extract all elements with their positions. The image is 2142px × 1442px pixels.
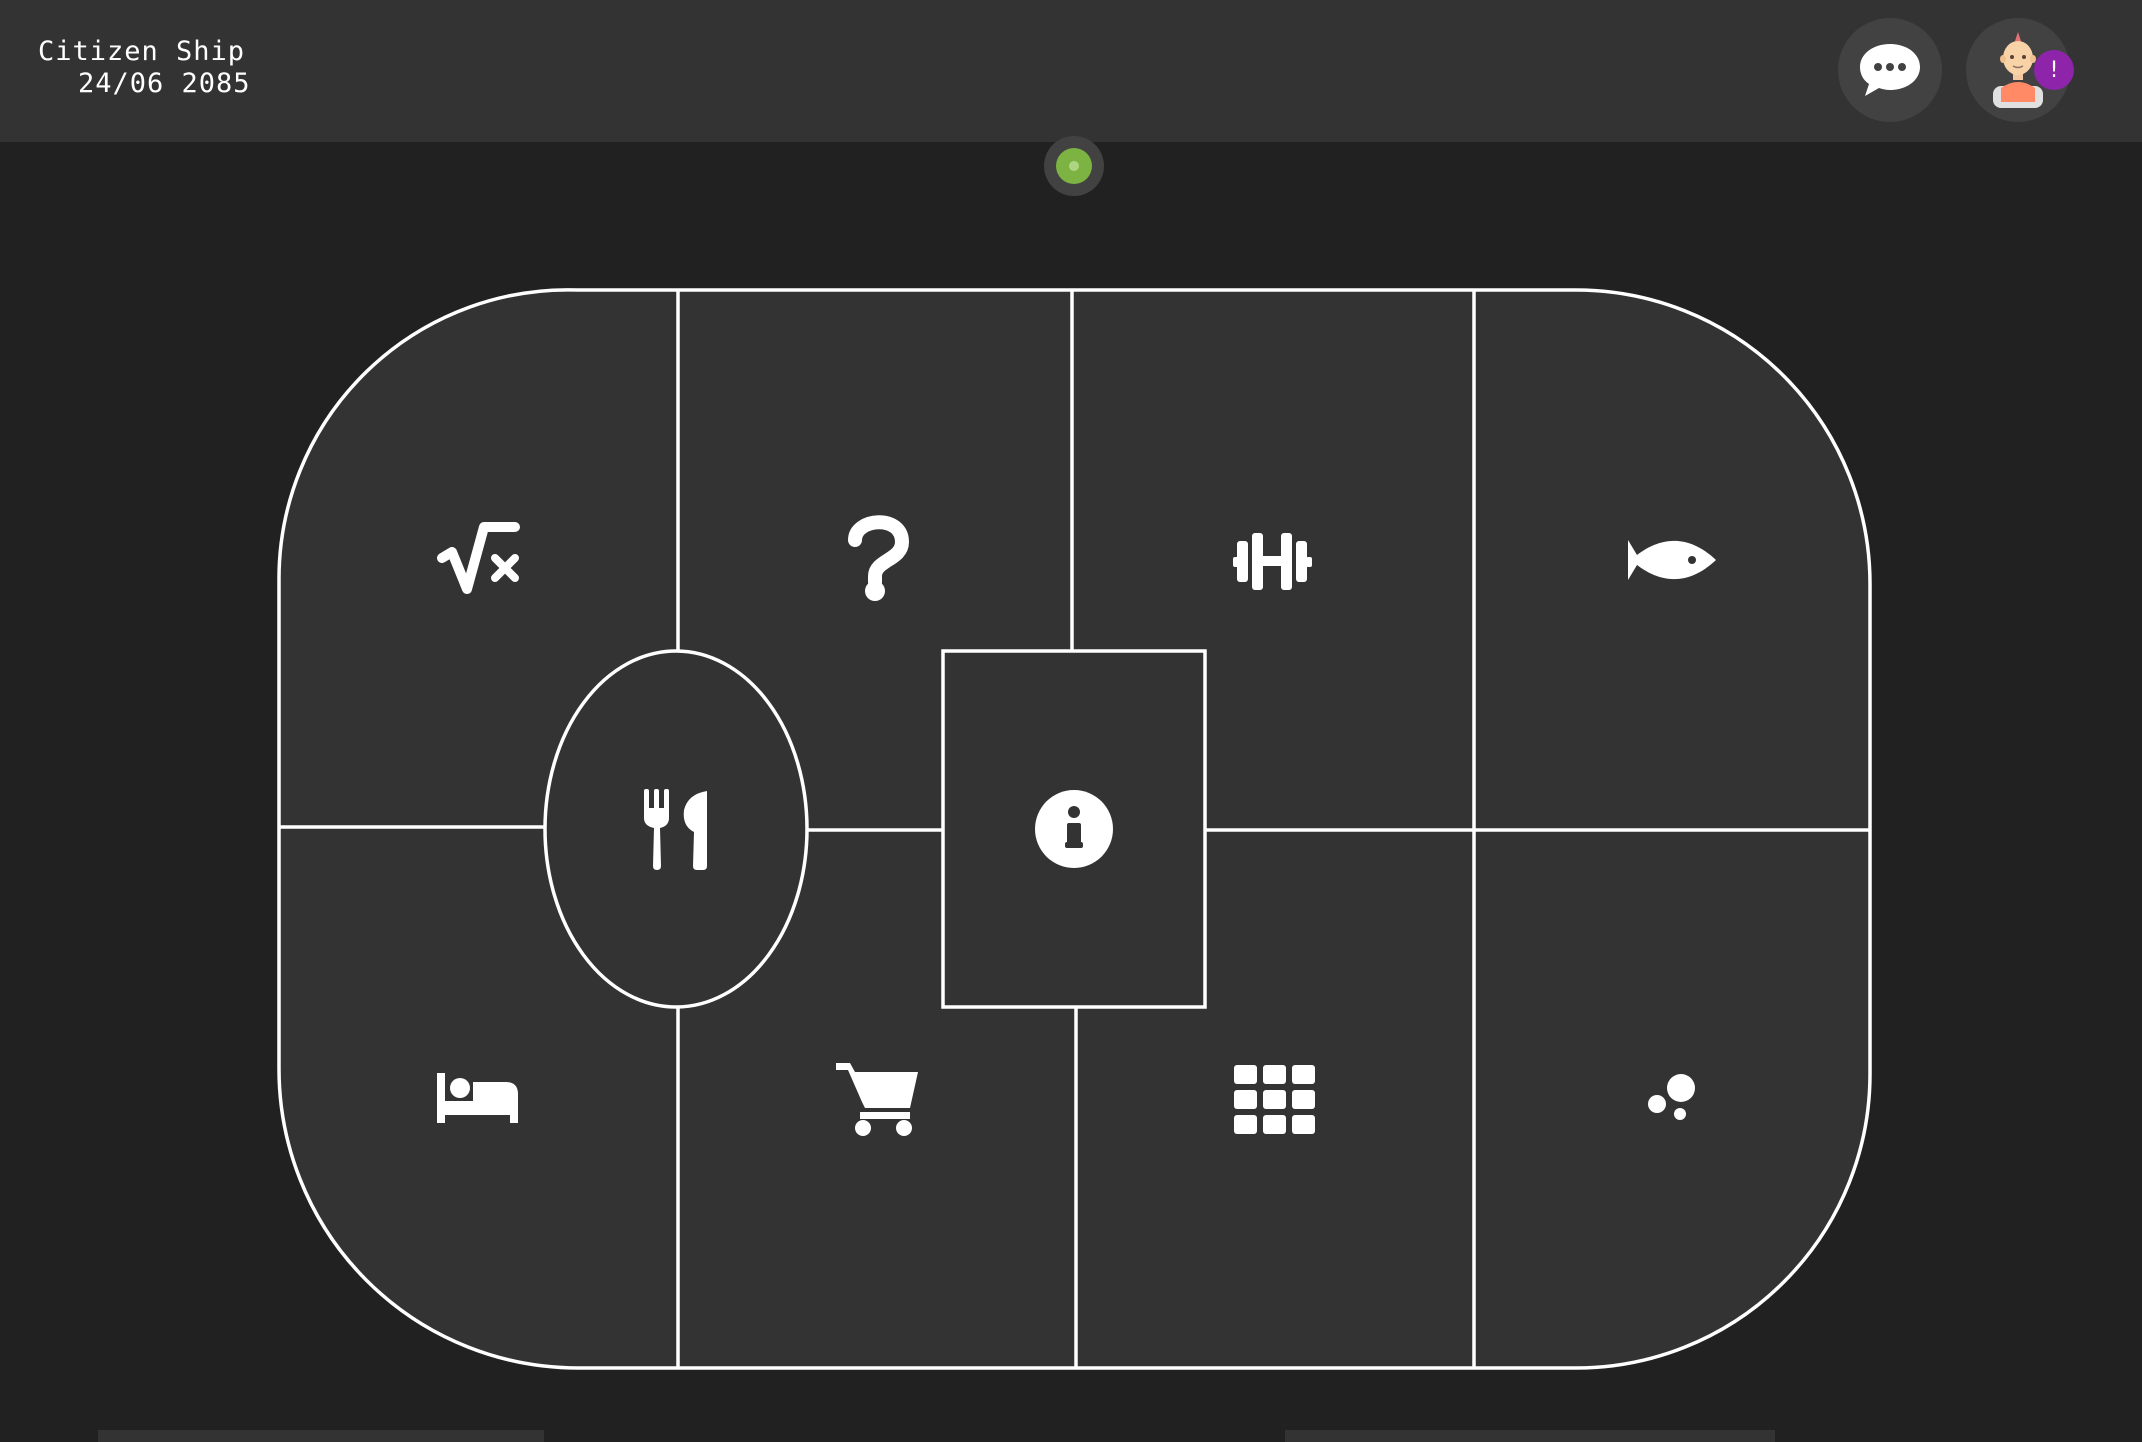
section-shop[interactable] bbox=[686, 1010, 1070, 1362]
info-circle-icon bbox=[1035, 790, 1113, 868]
section-lab[interactable] bbox=[1480, 836, 1864, 1362]
bottom-panel-right[interactable] bbox=[1285, 1430, 1775, 1442]
section-apps[interactable] bbox=[1082, 1010, 1468, 1362]
section-dining[interactable] bbox=[543, 649, 809, 1009]
bottom-panel-left[interactable] bbox=[98, 1430, 544, 1442]
grid-icon bbox=[1234, 1065, 1315, 1134]
ship-map bbox=[277, 288, 1872, 1370]
